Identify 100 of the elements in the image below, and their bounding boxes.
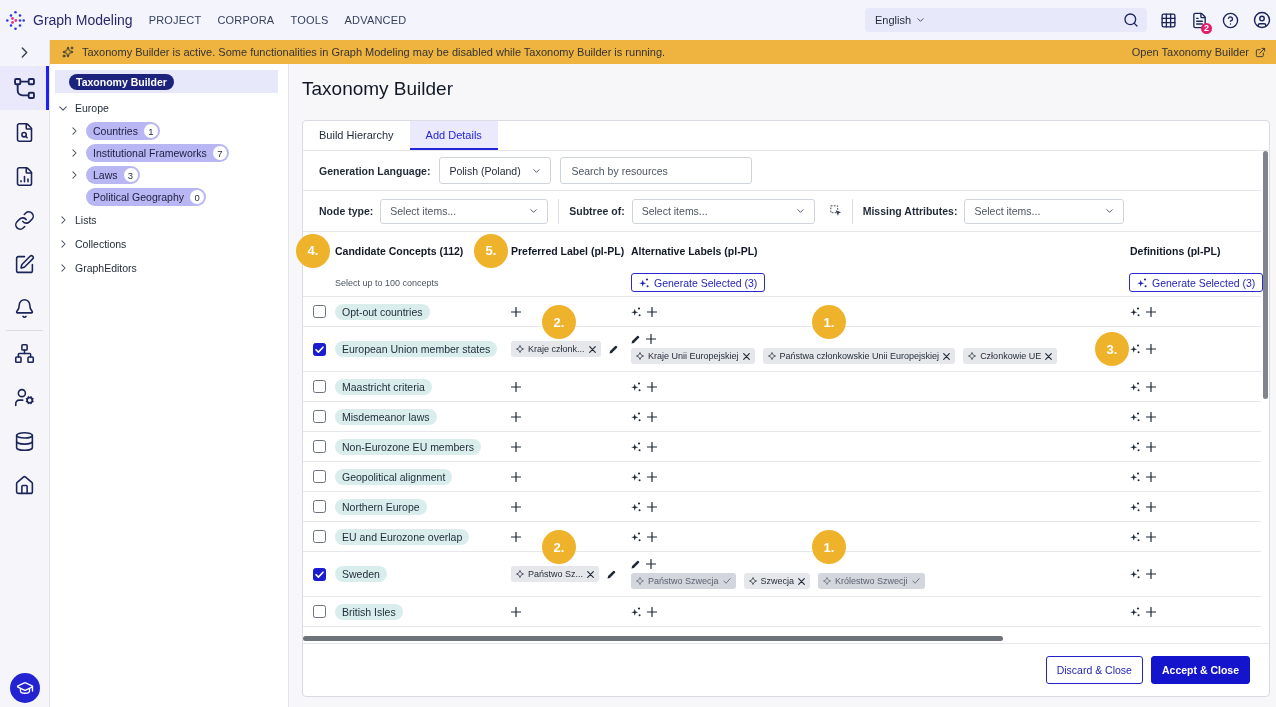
- sparkle-icon[interactable]: [1130, 441, 1140, 452]
- sparkle-icon[interactable]: [1130, 606, 1140, 617]
- filter-dropdown[interactable]: Select items...: [380, 198, 549, 224]
- close-icon[interactable]: [742, 352, 750, 360]
- pencil-icon[interactable]: [631, 559, 640, 569]
- sparkle-icon[interactable]: [631, 306, 641, 317]
- plus-icon[interactable]: [1146, 569, 1156, 579]
- plus-icon[interactable]: [511, 471, 521, 482]
- sparkle-icon[interactable]: [631, 471, 641, 482]
- checkbox[interactable]: [313, 410, 326, 423]
- sparkle-icon[interactable]: [1130, 569, 1140, 579]
- plus-icon[interactable]: [511, 531, 521, 542]
- plus-icon[interactable]: [511, 411, 521, 422]
- checkbox[interactable]: [313, 530, 326, 543]
- search-field[interactable]: Search by resources: [560, 157, 753, 184]
- tree-item[interactable]: Europe: [55, 96, 278, 120]
- plus-icon[interactable]: [1146, 306, 1156, 317]
- sparkle-icon[interactable]: [631, 531, 641, 542]
- plus-icon[interactable]: [1146, 471, 1156, 482]
- sparkle-icon[interactable]: [1130, 411, 1140, 422]
- close-icon[interactable]: [588, 345, 596, 353]
- plus-icon[interactable]: [1146, 441, 1156, 452]
- checkbox[interactable]: [313, 470, 326, 483]
- close-icon[interactable]: [1045, 352, 1053, 360]
- plus-icon[interactable]: [1146, 344, 1156, 354]
- plus-icon[interactable]: [1146, 606, 1156, 617]
- tree-item[interactable]: Collections: [55, 232, 278, 256]
- plus-icon[interactable]: [647, 606, 657, 617]
- close-icon[interactable]: [587, 570, 595, 578]
- chevron-right-icon[interactable]: [71, 171, 77, 179]
- help-icon[interactable]: [1222, 11, 1239, 29]
- tab[interactable]: Add Details: [409, 121, 498, 150]
- tree-item[interactable]: Institutional Frameworks 7: [55, 142, 278, 164]
- document-icon[interactable]: [1191, 11, 1208, 29]
- plus-icon[interactable]: [646, 559, 656, 569]
- select-cursor-icon[interactable]: [829, 205, 842, 217]
- label-chip[interactable]: Członkowie UE: [963, 348, 1058, 364]
- plus-icon[interactable]: [647, 381, 657, 392]
- language-select[interactable]: English: [875, 14, 925, 26]
- label-chip[interactable]: Państwa członkowskie Unii Europejskiej: [762, 348, 956, 364]
- close-icon[interactable]: [943, 352, 951, 360]
- tree-item[interactable]: Countries 1: [55, 120, 278, 142]
- vertical-scrollbar[interactable]: [1262, 151, 1268, 399]
- label-chip[interactable]: Kraje Unii Europejskiej: [631, 348, 755, 364]
- search-field[interactable]: English: [865, 8, 1147, 32]
- chevron-down-icon[interactable]: [59, 105, 67, 111]
- sparkle-icon[interactable]: [1130, 381, 1140, 392]
- filter-dropdown[interactable]: Select items...: [631, 198, 815, 224]
- checkbox[interactable]: [313, 500, 326, 513]
- generate-button[interactable]: Generate Selected (3): [1129, 273, 1264, 292]
- rail-item[interactable]: [0, 66, 49, 110]
- label-chip[interactable]: Państwo Sz...: [511, 566, 600, 582]
- label-chip[interactable]: Kraje członk...: [511, 341, 601, 357]
- discard-button[interactable]: Discard & Close: [1045, 656, 1143, 684]
- checkbox[interactable]: [313, 605, 326, 618]
- sparkle-icon[interactable]: [1130, 306, 1140, 317]
- plus-icon[interactable]: [511, 606, 521, 617]
- plus-icon[interactable]: [1146, 411, 1156, 422]
- horizontal-scrollbar[interactable]: [303, 636, 1003, 641]
- sparkle-icon[interactable]: [1130, 344, 1140, 354]
- search-icon[interactable]: [1123, 12, 1139, 28]
- open-builder-link[interactable]: Open Taxonomy Builder: [1131, 46, 1266, 58]
- nav-menu-item[interactable]: CORPORA: [217, 14, 275, 26]
- plus-icon[interactable]: [1146, 501, 1156, 512]
- chevron-right-icon[interactable]: [60, 264, 66, 272]
- plus-icon[interactable]: [511, 441, 521, 452]
- checkbox[interactable]: [313, 440, 326, 453]
- tree-item[interactable]: GraphEditors: [55, 256, 278, 280]
- language-dropdown[interactable]: Polish (Poland): [439, 157, 552, 184]
- nav-menu-item[interactable]: PROJECT: [148, 14, 202, 26]
- checkbox[interactable]: [313, 567, 326, 581]
- pencil-icon[interactable]: [631, 334, 640, 344]
- plus-icon[interactable]: [1146, 381, 1156, 392]
- plus-icon[interactable]: [647, 531, 657, 542]
- grid-icon[interactable]: [1160, 11, 1177, 29]
- plus-icon[interactable]: [511, 501, 521, 512]
- plus-icon[interactable]: [647, 441, 657, 452]
- checkbox[interactable]: [313, 342, 326, 356]
- chevron-right-icon[interactable]: [60, 240, 66, 248]
- sparkle-icon[interactable]: [631, 441, 641, 452]
- label-chip[interactable]: Państwo Szwecja: [631, 573, 736, 589]
- checkbox[interactable]: [313, 305, 326, 318]
- plus-icon[interactable]: [647, 306, 657, 317]
- pencil-icon[interactable]: [608, 344, 618, 354]
- sparkle-icon[interactable]: [631, 606, 641, 617]
- tree-item[interactable]: Lists: [55, 208, 278, 232]
- sparkle-icon[interactable]: [1130, 501, 1140, 512]
- chevron-right-icon[interactable]: [71, 149, 77, 157]
- sparkle-icon[interactable]: [631, 501, 641, 512]
- tree-item[interactable]: Laws 3: [55, 164, 278, 186]
- plus-icon[interactable]: [647, 501, 657, 512]
- chevron-right-icon[interactable]: [60, 216, 66, 224]
- nav-menu-item[interactable]: TOOLS: [290, 14, 329, 26]
- sparkle-icon[interactable]: [631, 411, 641, 422]
- sparkle-icon[interactable]: [1130, 471, 1140, 482]
- checkbox[interactable]: [313, 380, 326, 393]
- close-icon[interactable]: [798, 577, 806, 585]
- tab[interactable]: Build Hierarchy: [303, 121, 410, 150]
- label-chip[interactable]: Szwecja: [743, 573, 811, 589]
- label-chip[interactable]: Królestwo Szwecji: [818, 573, 925, 589]
